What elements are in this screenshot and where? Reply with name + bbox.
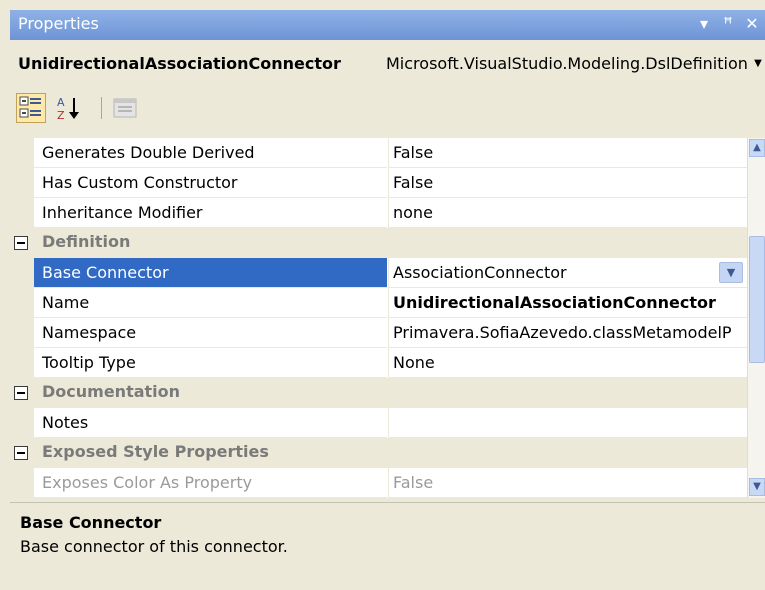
object-selector[interactable]: UnidirectionalAssociationConnector Micro… bbox=[10, 50, 765, 78]
property-row-generates-double-derived[interactable]: Generates Double Derived False bbox=[10, 138, 747, 168]
category-definition[interactable]: Definition bbox=[10, 228, 747, 258]
property-row-name[interactable]: Name UnidirectionalAssociationConnector bbox=[10, 288, 747, 318]
property-grid[interactable]: Generates Double Derived False Has Custo… bbox=[10, 138, 765, 498]
property-name[interactable]: Has Custom Constructor bbox=[34, 168, 387, 198]
categorized-icon bbox=[19, 96, 41, 118]
category-label: Documentation bbox=[42, 382, 181, 401]
property-value: AssociationConnector bbox=[393, 263, 567, 282]
property-name[interactable]: Namespace bbox=[34, 318, 387, 348]
property-row-namespace[interactable]: Namespace Primavera.SofiaAzevedo.classMe… bbox=[10, 318, 747, 348]
property-name[interactable]: Base Connector bbox=[34, 258, 387, 288]
property-pages-button[interactable] bbox=[110, 93, 140, 123]
property-row-notes[interactable]: Notes bbox=[10, 408, 747, 438]
scroll-up-icon[interactable]: ▲ bbox=[749, 139, 765, 157]
property-name[interactable]: Notes bbox=[34, 408, 387, 438]
description-text: Base connector of this connector. bbox=[20, 537, 288, 556]
pin-icon[interactable]: ꟸ bbox=[717, 12, 739, 36]
properties-window: Properties ▾ ꟸ ✕ UnidirectionalAssociati… bbox=[10, 10, 765, 590]
property-row-inheritance-modifier[interactable]: Inheritance Modifier none bbox=[10, 198, 747, 228]
property-value[interactable] bbox=[388, 408, 747, 438]
selected-object-type: Microsoft.VisualStudio.Modeling.DslDefin… bbox=[386, 54, 748, 73]
collapse-icon[interactable] bbox=[14, 446, 28, 460]
property-value[interactable]: None bbox=[388, 348, 747, 378]
svg-text:Z: Z bbox=[57, 109, 65, 122]
property-value[interactable]: none bbox=[388, 198, 747, 228]
collapse-icon[interactable] bbox=[14, 236, 28, 250]
vertical-scrollbar[interactable]: ▲ ▼ bbox=[747, 138, 765, 498]
close-icon[interactable]: ✕ bbox=[741, 12, 763, 36]
property-row-base-connector[interactable]: Base Connector AssociationConnector ▼ bbox=[10, 258, 747, 288]
description-title: Base Connector bbox=[20, 513, 162, 532]
property-value[interactable]: UnidirectionalAssociationConnector bbox=[388, 288, 747, 318]
alphabetical-icon: A Z bbox=[57, 96, 79, 122]
categorized-button[interactable] bbox=[16, 93, 46, 123]
alphabetical-button[interactable]: A Z bbox=[54, 93, 84, 123]
window-title: Properties bbox=[18, 14, 99, 33]
svg-text:A: A bbox=[57, 96, 65, 109]
selected-object-name: UnidirectionalAssociationConnector bbox=[18, 54, 341, 73]
property-name[interactable]: Name bbox=[34, 288, 387, 318]
description-pane: Base Connector Base connector of this co… bbox=[10, 502, 765, 590]
chevron-down-icon[interactable]: ▼ bbox=[719, 262, 743, 283]
property-name[interactable]: Inheritance Modifier bbox=[34, 198, 387, 228]
toolbar-separator bbox=[101, 97, 102, 119]
property-value[interactable]: False bbox=[388, 468, 747, 498]
property-name[interactable]: Tooltip Type bbox=[34, 348, 387, 378]
scrollbar-thumb[interactable] bbox=[749, 236, 765, 363]
property-row-tooltip-type[interactable]: Tooltip Type None bbox=[10, 348, 747, 378]
property-value-dropdown[interactable]: AssociationConnector ▼ bbox=[388, 258, 747, 288]
title-bar: Properties ▾ ꟸ ✕ bbox=[10, 10, 765, 40]
category-documentation[interactable]: Documentation bbox=[10, 378, 747, 408]
property-name[interactable]: Generates Double Derived bbox=[34, 138, 387, 168]
properties-toolbar: A Z bbox=[10, 88, 765, 126]
category-label: Definition bbox=[42, 232, 131, 251]
category-label: Exposed Style Properties bbox=[42, 442, 269, 461]
property-value[interactable]: False bbox=[388, 168, 747, 198]
property-value[interactable]: False bbox=[388, 138, 747, 168]
window-menu-dropdown-icon[interactable]: ▾ bbox=[693, 12, 715, 36]
category-exposed-style-properties[interactable]: Exposed Style Properties bbox=[10, 438, 747, 468]
property-row-has-custom-constructor[interactable]: Has Custom Constructor False bbox=[10, 168, 747, 198]
property-name[interactable]: Exposes Color As Property bbox=[34, 468, 387, 498]
property-value[interactable]: Primavera.SofiaAzevedo.classMetamodelP bbox=[388, 318, 747, 348]
property-pages-icon bbox=[113, 98, 137, 118]
property-row-exposes-color-as-property[interactable]: Exposes Color As Property False bbox=[10, 468, 747, 498]
collapse-icon[interactable] bbox=[14, 386, 28, 400]
scroll-down-icon[interactable]: ▼ bbox=[749, 478, 765, 496]
object-selector-dropdown-icon[interactable]: ▼ bbox=[751, 50, 765, 78]
